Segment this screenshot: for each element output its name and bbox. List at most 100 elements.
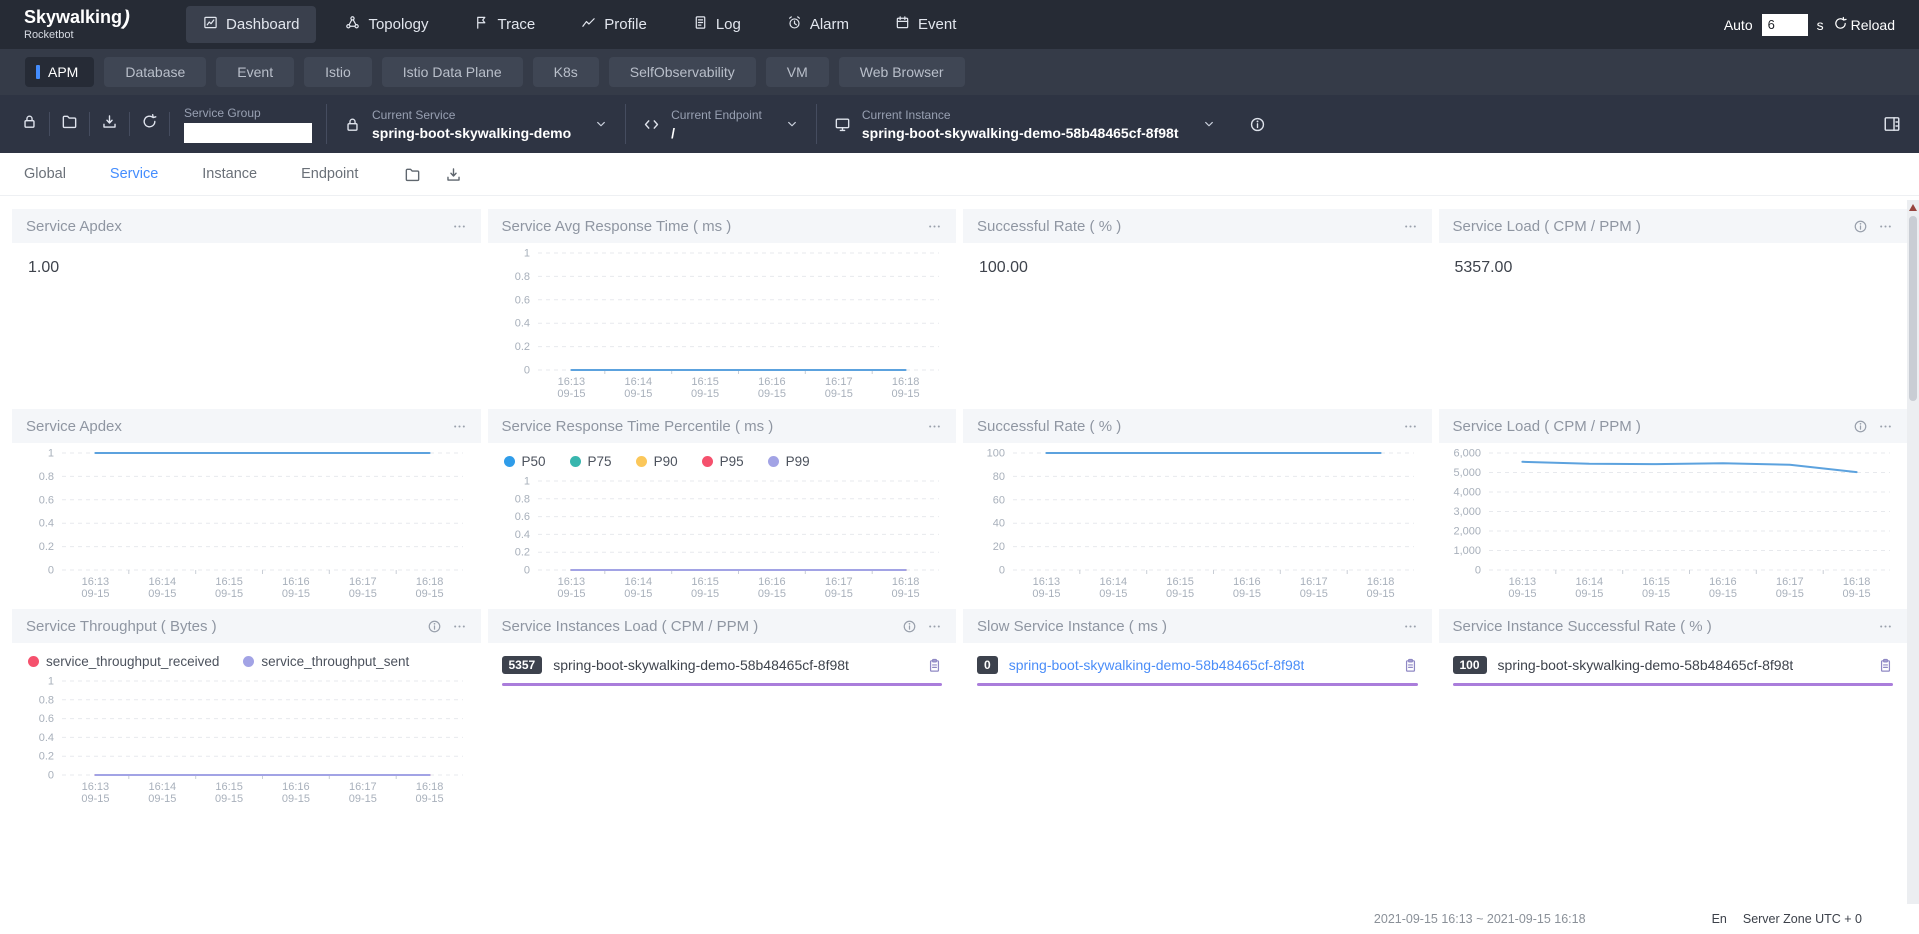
svg-text:16:15: 16:15 (1166, 576, 1194, 588)
chevron-down-icon (594, 117, 608, 131)
page-tab-istio[interactable]: Istio (304, 57, 372, 87)
info-icon[interactable] (902, 619, 917, 634)
scroll-up-arrow-icon[interactable] (1909, 204, 1917, 211)
selector-current-instance[interactable]: Current Instancespring-boot-skywalking-d… (816, 104, 1233, 144)
card-slow-service-instance-ms: Slow Service Instance ( ms )0spring-boot… (963, 609, 1432, 809)
instance-name[interactable]: spring-boot-skywalking-demo-58b48465cf-8… (1009, 657, 1305, 673)
info-icon[interactable] (1853, 219, 1868, 234)
reload-button[interactable]: Reload (1833, 16, 1895, 34)
page-tab-label: Event (237, 64, 273, 80)
legend-item-service_throughput_received[interactable]: service_throughput_received (28, 654, 219, 669)
legend-label: P75 (588, 454, 612, 469)
svg-text:16:14: 16:14 (624, 376, 652, 388)
nav-item-event[interactable]: Event (878, 6, 973, 43)
page-tab-web-browser[interactable]: Web Browser (839, 57, 965, 87)
card-service-apdex: Service Apdex1.00 (12, 209, 481, 404)
svg-text:16:13: 16:13 (557, 376, 585, 388)
card-title: Service Load ( CPM / PPM ) (1453, 418, 1641, 435)
svg-text:09-15: 09-15 (1032, 588, 1060, 600)
selector-current-endpoint[interactable]: Current Endpoint/ (625, 104, 816, 144)
nav-item-profile[interactable]: Profile (564, 6, 664, 43)
server-zone-selector[interactable]: Server Zone UTC + 0 (1743, 912, 1862, 926)
svg-text:16:17: 16:17 (1776, 576, 1804, 588)
tool-lock-button[interactable] (10, 112, 50, 136)
more-icon[interactable] (1403, 419, 1418, 434)
nav-item-trace[interactable]: Trace (457, 6, 552, 43)
clipboard-icon[interactable] (927, 658, 942, 673)
more-icon[interactable] (452, 219, 467, 234)
auto-interval-input[interactable] (1762, 14, 1808, 36)
selector-current-service[interactable]: Current Servicespring-boot-skywalking-de… (326, 104, 625, 144)
card-service-instance-successful-rate: Service Instance Successful Rate ( % )10… (1439, 609, 1908, 809)
view-tab-instance[interactable]: Instance (202, 166, 257, 182)
legend-item-p75[interactable]: P75 (570, 454, 612, 469)
view-tab-endpoint[interactable]: Endpoint (301, 166, 358, 182)
svg-text:1: 1 (48, 676, 54, 688)
card-body: P50P75P90P95P9900.20.40.60.8116:1309-151… (488, 443, 957, 604)
page-tab-vm[interactable]: VM (766, 57, 829, 87)
tool-export-button[interactable] (90, 112, 130, 136)
more-icon[interactable] (1403, 619, 1418, 634)
svg-text:09-15: 09-15 (282, 588, 310, 600)
more-icon[interactable] (1878, 619, 1893, 634)
folder-icon[interactable] (404, 166, 421, 183)
selector-value: / (671, 125, 762, 141)
page-tab-event[interactable]: Event (216, 57, 294, 87)
export-icon[interactable] (445, 166, 462, 183)
service-group-input[interactable] (184, 123, 312, 143)
scrollbar-thumb[interactable] (1909, 216, 1917, 401)
page-tab-k8s[interactable]: K8s (533, 57, 599, 87)
more-icon[interactable] (452, 619, 467, 634)
svg-text:09-15: 09-15 (215, 793, 243, 805)
svg-text:16:18: 16:18 (416, 576, 444, 588)
svg-text:09-15: 09-15 (891, 588, 919, 600)
instance-name: spring-boot-skywalking-demo-58b48465cf-8… (1498, 657, 1794, 673)
page-tab-database[interactable]: Database (104, 57, 206, 87)
page-tab-apm[interactable]: APM (25, 57, 94, 87)
tool-folder-button[interactable] (50, 112, 90, 136)
info-icon[interactable] (427, 619, 442, 634)
nav-item-dashboard[interactable]: Dashboard (186, 6, 316, 43)
svg-text:09-15: 09-15 (215, 588, 243, 600)
svg-text:16:14: 16:14 (1575, 576, 1603, 588)
instance-row: 0spring-boot-skywalking-demo-58b48465cf-… (977, 656, 1418, 674)
card-header: Service Load ( CPM / PPM ) (1439, 209, 1908, 243)
legend-dot (570, 456, 581, 467)
more-icon[interactable] (1403, 219, 1418, 234)
card-service-avg-response-time-ms: Service Avg Response Time ( ms )00.20.40… (488, 209, 957, 404)
svg-text:0: 0 (1474, 565, 1480, 577)
svg-text:0.6: 0.6 (514, 511, 529, 523)
clipboard-icon[interactable] (1878, 658, 1893, 673)
more-icon[interactable] (927, 219, 942, 234)
legend-item-p90[interactable]: P90 (636, 454, 678, 469)
more-icon[interactable] (927, 419, 942, 434)
view-tab-service[interactable]: Service (110, 166, 158, 182)
chart-legend: service_throughput_received service_throu… (12, 643, 481, 671)
panel-toggle-icon[interactable] (1883, 115, 1901, 133)
page-tab-selfobservability[interactable]: SelfObservability (609, 57, 756, 87)
more-icon[interactable] (452, 419, 467, 434)
legend-item-p50[interactable]: P50 (504, 454, 546, 469)
legend-item-p95[interactable]: P95 (702, 454, 744, 469)
legend-item-p99[interactable]: P99 (768, 454, 810, 469)
logo[interactable]: Skywalking) Rocketbot (24, 8, 130, 42)
more-icon[interactable] (1878, 419, 1893, 434)
svg-text:09-15: 09-15 (757, 588, 785, 600)
top-navbar: Skywalking) Rocketbot Dashboard Topology T… (0, 0, 1919, 49)
more-icon[interactable] (927, 619, 942, 634)
nav-item-log[interactable]: Log (676, 6, 758, 43)
info-icon[interactable] (1853, 419, 1868, 434)
svg-text:5,000: 5,000 (1453, 467, 1481, 479)
nav-item-topology[interactable]: Topology (328, 6, 445, 43)
nav-item-alarm[interactable]: Alarm (770, 6, 866, 43)
export-icon (101, 113, 118, 135)
vertical-scrollbar[interactable] (1907, 200, 1919, 920)
tool-refresh-button[interactable] (130, 112, 170, 136)
view-tab-global[interactable]: Global (24, 166, 66, 182)
instance-info-icon[interactable] (1249, 116, 1266, 133)
clipboard-icon[interactable] (1403, 658, 1418, 673)
more-icon[interactable] (1878, 219, 1893, 234)
legend-item-service_throughput_sent[interactable]: service_throughput_sent (243, 654, 409, 669)
page-tab-istio-data-plane[interactable]: Istio Data Plane (382, 57, 523, 87)
language-selector[interactable]: En (1712, 912, 1727, 926)
